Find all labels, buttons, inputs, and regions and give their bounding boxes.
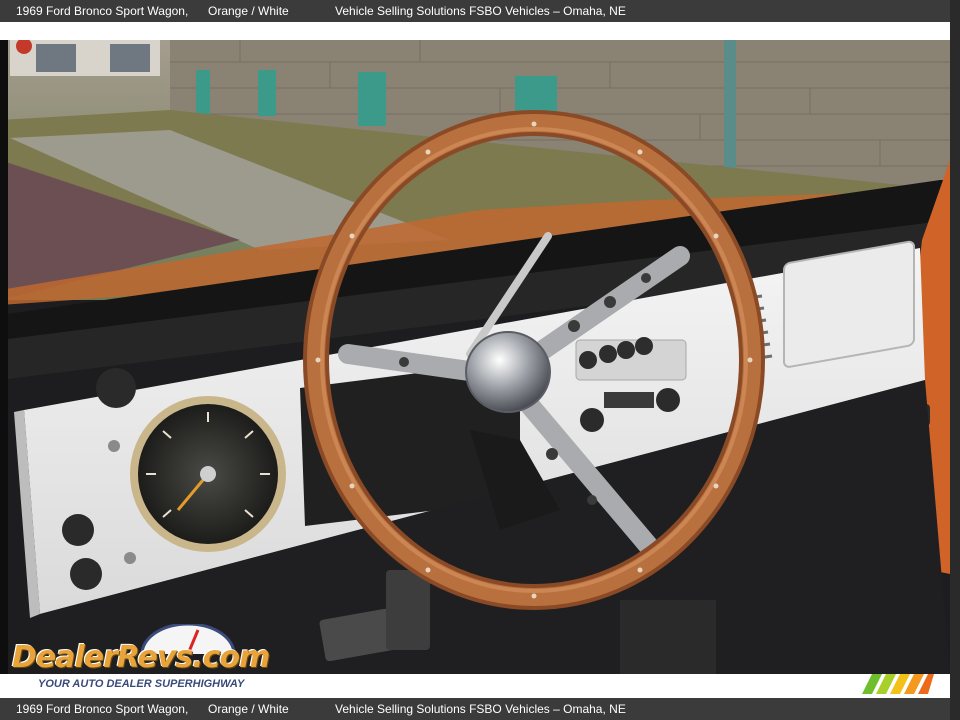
caption-bar-top: 1969 Ford Bronco Sport Wagon, Orange / W…: [0, 0, 950, 22]
vehicle-color-repeat: Orange / White: [208, 702, 289, 716]
watermark-tagline: YOUR AUTO DEALER SUPERHIGHWAY: [38, 678, 245, 690]
frame-right-edge: [950, 0, 960, 720]
dealer-location: Vehicle Selling Solutions FSBO Vehicles …: [335, 4, 626, 18]
vehicle-photo[interactable]: [0, 40, 950, 674]
gallery-frame: 1969 Ford Bronco Sport Wagon, Orange / W…: [0, 0, 960, 720]
vehicle-color: Orange / White: [208, 4, 289, 18]
photo-drawing: [0, 40, 950, 674]
watermark-logo-text: DealerRevs.com: [12, 640, 270, 675]
vehicle-title: 1969 Ford Bronco Sport Wagon,: [16, 4, 189, 18]
caption-bar-bottom: 1969 Ford Bronco Sport Wagon, Orange / W…: [0, 698, 950, 720]
brand-stripes-icon: [862, 674, 934, 694]
dealer-location-repeat: Vehicle Selling Solutions FSBO Vehicles …: [335, 702, 626, 716]
dealerrevs-watermark[interactable]: DealerRevs.com YOUR AUTO DEALER SUPERHIG…: [12, 622, 272, 692]
vehicle-title-repeat: 1969 Ford Bronco Sport Wagon,: [16, 702, 189, 716]
